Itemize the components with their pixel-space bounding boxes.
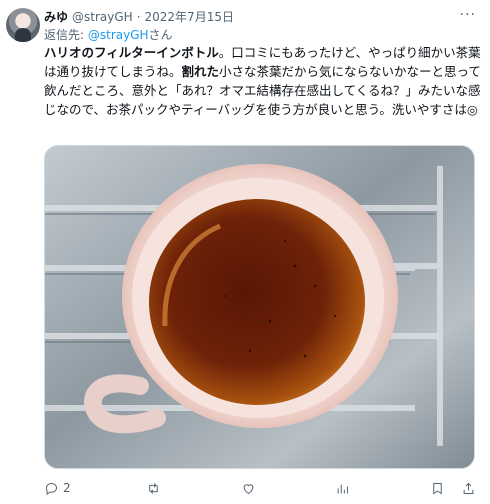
reply-prefix: 返信先: (44, 28, 88, 42)
like-button[interactable] (241, 481, 260, 496)
separator: · (136, 9, 141, 24)
tweet-header: みゆ @strayGH · 2022年7月15日 (44, 8, 234, 25)
tweet-date[interactable]: 2022年7月15日 (145, 8, 234, 25)
views-icon (338, 484, 349, 493)
avatar[interactable] (6, 8, 40, 42)
more-icon[interactable]: ··· (460, 7, 476, 23)
share-button[interactable] (461, 481, 476, 496)
views-button[interactable] (335, 481, 354, 496)
tweet-text-bold-2: 割れた (181, 64, 220, 79)
author-handle[interactable]: @strayGH (72, 10, 133, 24)
retweet-icon (149, 482, 158, 494)
tweet-photo[interactable] (44, 145, 475, 469)
tweet[interactable]: みゆ @strayGH · 2022年7月15日 ··· 返信先: @stray… (0, 0, 490, 504)
author-name[interactable]: みゆ (44, 8, 68, 25)
tweet-text-bold-1: ハリオのフィルターインボトル (44, 45, 219, 60)
reply-icon (45, 482, 58, 495)
reply-mention-link[interactable]: @strayGH (88, 28, 149, 42)
tweet-text: ハリオのフィルターインボトル。口コミにもあったけど、やっぱり細かい茶葉は通り抜け… (44, 43, 484, 119)
action-bar: 2 (44, 478, 476, 498)
share-icon (463, 482, 474, 494)
bookmark-icon (433, 482, 442, 494)
heart-icon (243, 483, 254, 494)
reply-suffix: さん (148, 28, 173, 42)
reply-to-line: 返信先: @strayGHさん (44, 26, 173, 43)
tea-mug-photo (45, 146, 474, 468)
bookmark-button[interactable] (430, 481, 445, 496)
retweet-button[interactable] (146, 481, 165, 496)
reply-button[interactable]: 2 (44, 481, 71, 496)
reply-count: 2 (63, 481, 71, 495)
right-actions (430, 481, 476, 496)
